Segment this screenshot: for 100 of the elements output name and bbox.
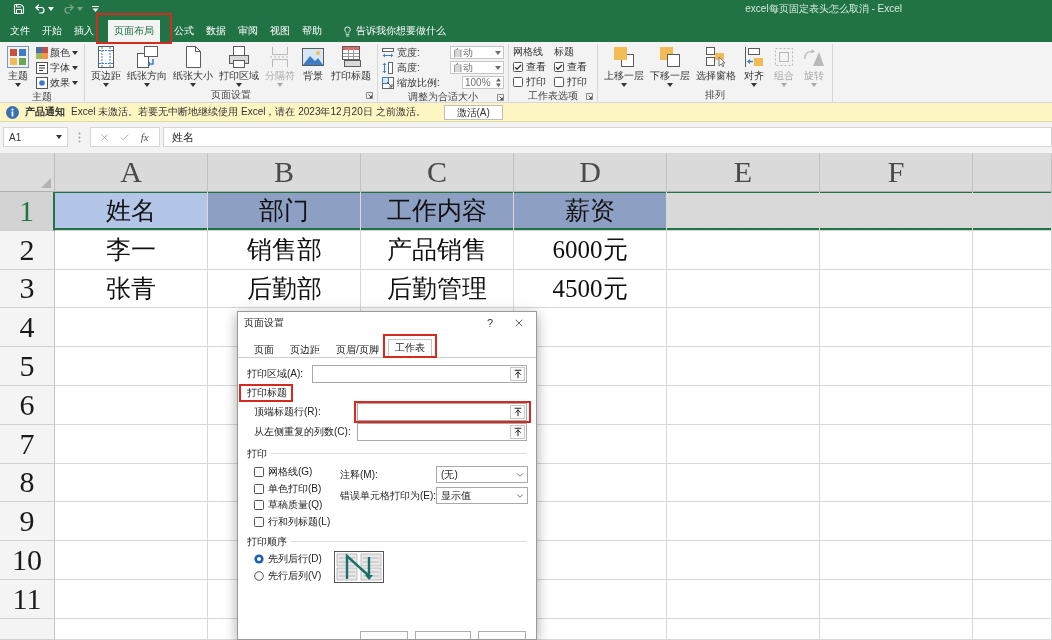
spin-field[interactable]: 100% [462,76,504,89]
dropdown-field[interactable]: 自动 [450,46,504,59]
checkbox[interactable] [254,483,264,494]
ribbon-button[interactable]: 上移一层 [602,44,646,88]
spin-arrows-icon[interactable] [496,78,501,87]
radio-button[interactable] [254,554,264,565]
height-arrows-icon [382,61,394,74]
dropdown-field[interactable]: 显示值 [436,487,529,504]
help-button[interactable]: ? [480,314,500,332]
undo-button[interactable] [33,1,55,17]
dashed-frame-icon [772,45,796,69]
row-header[interactable]: 1 [0,192,55,231]
ribbon-button[interactable]: 下移一层 [648,44,692,88]
dialog-launcher-icon[interactable] [497,93,504,101]
checkbox[interactable] [254,467,264,478]
row-header[interactable]: 11 [0,579,55,619]
ribbon-tab[interactable]: 公式 [168,20,200,42]
ribbon-tab[interactable]: 帮助 [296,20,328,42]
row-header[interactable]: 2 [0,230,55,270]
column-header[interactable]: A [55,153,208,192]
tell-me-search[interactable]: 告诉我你想要做什么 [342,20,446,42]
ribbon-button[interactable]: 纸张大小 [171,44,215,88]
insert-function-button[interactable]: fx [138,131,151,143]
column-header[interactable]: C [361,153,514,192]
name-box[interactable]: A1 [3,127,68,147]
ribbon-button[interactable]: 字体 [34,60,80,75]
formula-input[interactable]: 姓名 [163,127,1052,147]
row-header[interactable]: 10 [0,541,55,580]
ribbon-button[interactable]: 背景 [299,44,327,83]
ribbon-button[interactable]: 选择窗格 [694,44,738,83]
row-header[interactable]: 4 [0,308,55,348]
ribbon-button[interactable]: 对齐 [740,44,768,88]
field-label: 宽度: [397,45,420,60]
ribbon-tab[interactable]: 视图 [264,20,296,42]
ribbon-tab[interactable]: 插入 [68,20,100,42]
ribbon-tab[interactable]: 开始 [36,20,68,42]
ribbon-button[interactable]: 效果 [34,75,80,90]
ribbon-tab[interactable]: 审阅 [232,20,264,42]
row-header[interactable]: 8 [0,463,55,503]
group-label: 调整为合适大小 [408,90,478,104]
checkbox[interactable] [554,76,564,87]
ribbon-tab[interactable]: 数据 [200,20,232,42]
scale-box-icon [382,76,394,89]
checkbox-label: 行和列标题(L) [268,514,331,529]
dropdown-field[interactable]: 自动 [450,61,504,74]
caret-icon [495,50,501,55]
table-cell: 薪资 [514,192,667,231]
checkbox[interactable] [513,61,523,72]
field-label: 缩放比例: [397,75,440,90]
dialog-tab[interactable]: 工作表 [387,339,432,356]
collapse-button[interactable] [510,405,525,419]
dialog-launcher-icon[interactable] [366,91,373,99]
activate-button[interactable]: 激活(A) [443,104,503,120]
option-heading: 网格线 [513,45,544,59]
ribbon-tab[interactable]: 页面布局 [108,20,160,42]
checkbox[interactable] [254,516,264,527]
redo-icon [63,3,75,15]
section-label: 打印 [247,446,267,461]
input-field[interactable] [357,423,527,441]
row-header[interactable]: 3 [0,269,55,309]
ribbon-button[interactable]: 页边距 [89,44,123,88]
input-field[interactable] [312,365,527,383]
column-header[interactable]: B [208,153,361,192]
row-header[interactable]: 6 [0,386,55,425]
page-order-drawing [333,551,384,583]
check-icon[interactable] [119,131,130,143]
group-label: 页面设置 [211,88,251,102]
width-arrows-icon [382,46,394,59]
row-header[interactable]: 5 [0,347,55,386]
align-arrow-icon [742,45,766,69]
ribbon-button[interactable]: 打印区域 [217,44,261,88]
save-button[interactable] [12,1,26,17]
save-icon [13,3,25,15]
collapse-button[interactable] [510,367,525,381]
ribbon-button[interactable]: 打印标题 [329,44,373,83]
column-header[interactable]: F [820,153,973,192]
ribbon-button[interactable]: 纸张方向 [125,44,169,88]
collapse-button[interactable] [510,425,525,439]
checkbox[interactable] [254,500,264,511]
ribbon-button[interactable]: 主题 [4,44,32,88]
row-header[interactable]: 7 [0,424,55,464]
column-header[interactable]: D [514,153,667,192]
table-cell: 李一 [55,230,208,270]
option-heading: 标题 [554,45,575,59]
squares-behind-icon [658,45,682,69]
dropdown-field[interactable]: (无) [436,466,529,483]
checkbox[interactable] [554,61,564,72]
triangle-icon [41,178,51,188]
close-icon [513,317,525,329]
field-label: 打印区域(A): [247,367,304,381]
column-header[interactable]: E [667,153,820,192]
radio-label: 先列后行(D) [268,552,322,567]
ribbon-button[interactable]: 颜色 [34,45,80,60]
group-label: 主题 [32,90,52,104]
row-header[interactable]: 9 [0,502,55,542]
checkbox[interactable] [513,76,523,87]
ribbon-tab[interactable]: 文件 [4,20,36,42]
checkbox-label: 网格线(G) [268,465,313,480]
radio-button[interactable] [254,570,264,581]
dialog-launcher-icon[interactable] [586,92,593,100]
